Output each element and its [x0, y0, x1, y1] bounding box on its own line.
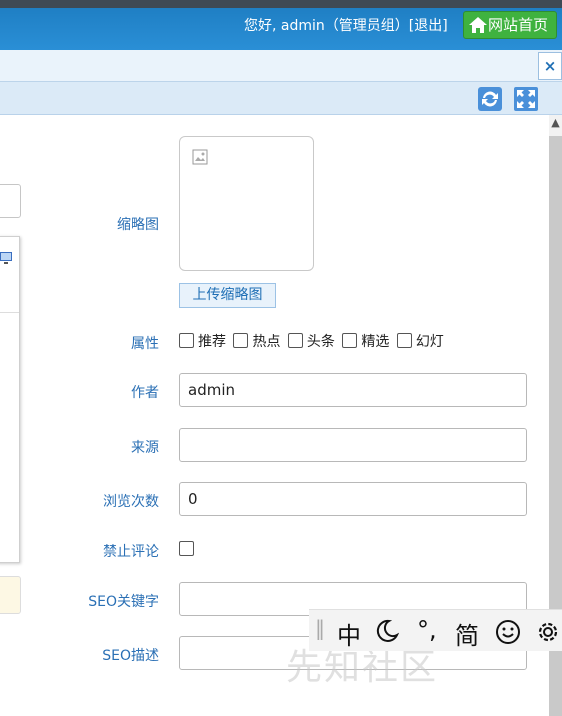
source-label: 来源	[131, 440, 159, 456]
thumbnail-label: 缩略图	[117, 217, 159, 233]
disable-comment-label: 禁止评论	[103, 544, 159, 560]
tab-bar	[0, 50, 562, 82]
emoji-icon[interactable]	[495, 619, 521, 645]
top-header-bar: 您好, admin（管理员组）[退出] 网站首页	[0, 0, 562, 50]
checkbox[interactable]	[342, 333, 358, 348]
attributes-label: 属性	[131, 336, 159, 352]
drag-handle-icon[interactable]: ‖	[315, 616, 325, 640]
attribute-slideshow[interactable]: 幻灯	[396, 331, 444, 351]
checkbox[interactable]	[233, 333, 249, 348]
ime-mode-toggle[interactable]: 中	[337, 616, 361, 651]
scroll-up-icon[interactable]: ▲	[549, 116, 562, 134]
attribute-featured[interactable]: 精选	[342, 331, 389, 351]
attribute-hot[interactable]: 热点	[233, 331, 280, 351]
monitor-icon[interactable]	[0, 251, 13, 265]
refresh-icon[interactable]	[477, 86, 503, 112]
attribute-recommend[interactable]: 推荐	[179, 331, 226, 351]
settings-gear-icon[interactable]	[535, 619, 561, 645]
fullscreen-icon[interactable]	[513, 86, 539, 112]
site-home-label: 网站首页	[488, 16, 549, 34]
thumbnail-preview[interactable]	[179, 136, 314, 271]
ime-script-toggle[interactable]: 简	[455, 616, 479, 651]
author-input[interactable]: admin	[179, 373, 527, 407]
seo-keywords-label: SEO关键字	[88, 594, 159, 610]
upload-thumbnail-button[interactable]: 上传缩略图	[179, 283, 276, 308]
broken-image-icon	[192, 149, 208, 165]
attribute-headline[interactable]: 头条	[287, 331, 335, 351]
content-toolbar	[0, 82, 562, 115]
panel-divider	[0, 312, 19, 313]
disable-comment-checkbox[interactable]	[179, 541, 194, 556]
ime-toolbar: ‖ 中 °, 简	[309, 609, 562, 651]
author-label: 作者	[131, 385, 159, 401]
source-input[interactable]	[179, 428, 527, 462]
checkbox[interactable]	[396, 333, 412, 348]
views-label: 浏览次数	[103, 494, 159, 510]
seo-description-label: SEO描述	[102, 648, 159, 664]
moon-icon[interactable]	[375, 619, 399, 643]
ime-punctuation-toggle[interactable]: °,	[417, 616, 437, 644]
views-input[interactable]: 0	[179, 482, 527, 516]
checkbox[interactable]	[287, 333, 303, 348]
checkbox[interactable]	[179, 333, 194, 348]
site-home-button[interactable]: 网站首页	[463, 11, 557, 39]
home-icon	[469, 17, 487, 33]
close-tab-button[interactable]: ×	[538, 52, 562, 80]
left-input-field[interactable]	[0, 184, 21, 218]
user-greeting[interactable]: 您好, admin（管理员组）[退出]	[244, 15, 448, 35]
attributes-group: 推荐 热点 头条 精选 幻灯	[179, 331, 447, 351]
